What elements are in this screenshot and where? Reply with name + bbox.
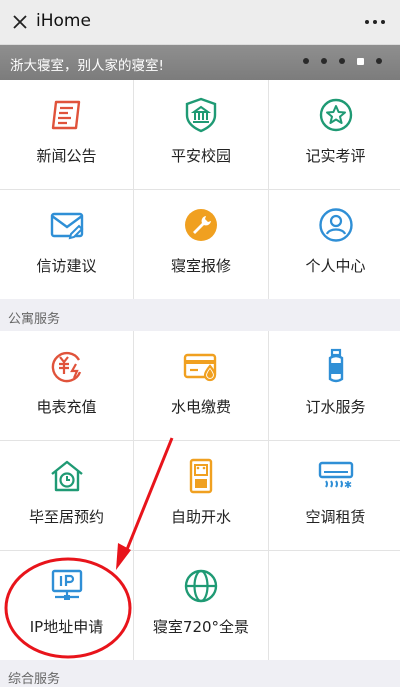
menu-item-label: 平安校园 [170, 147, 231, 165]
menu-item-label: 自助开水 [170, 508, 231, 526]
carousel-dot[interactable] [303, 58, 309, 64]
menu-item-evaluation[interactable]: 记实考评 [269, 80, 400, 189]
menu-item-label: 电表充值 [36, 398, 97, 416]
wrench-icon [185, 209, 217, 241]
menu-item-personal-center[interactable]: 个人中心 [269, 190, 400, 299]
menu-item-label: 水电缴费 [170, 398, 231, 416]
carousel-dot[interactable] [321, 58, 327, 64]
news-icon [51, 100, 80, 130]
user-icon [318, 208, 353, 242]
menu-item-label: 新闻公告 [36, 147, 97, 165]
star-badge-icon [319, 98, 352, 132]
water-bottle-icon [328, 348, 343, 383]
menu-item-water-order[interactable]: 订水服务 [269, 331, 400, 440]
card-water-icon [183, 353, 217, 382]
top-bar: iHome [0, 0, 400, 45]
shield-icon [185, 97, 217, 133]
menu-item-news[interactable]: 新闻公告 [0, 80, 133, 189]
menu-item-suggestions[interactable]: 信访建议 [0, 190, 133, 299]
banner-text: 浙大寝室，别人家的寝室! [10, 58, 164, 74]
section-title-general: 综合服务 [8, 672, 61, 687]
menu-item-label: 寝室720°全景 [152, 618, 250, 636]
air-conditioner-icon [318, 461, 353, 488]
menu-item-label: 毕至居预约 [28, 508, 104, 526]
banner[interactable]: 浙大寝室，别人家的寝室! [0, 45, 400, 80]
electric-meter-icon [51, 351, 81, 383]
section-title-apartment: 公寓服务 [8, 312, 61, 327]
main-menu-grid: 新闻公告 平安校园 记实考评 信访建议 寝室报修 个人中心 [0, 80, 400, 299]
water-dispenser-icon [189, 458, 213, 494]
menu-item-dorm-panorama[interactable]: 寝室720°全景 [134, 551, 268, 660]
menu-item-safe-campus[interactable]: 平安校园 [134, 80, 268, 189]
menu-item-bizhiju-booking[interactable]: 毕至居预约 [0, 441, 133, 550]
house-clock-icon [50, 460, 83, 492]
menu-item-label: 寝室报修 [170, 257, 231, 275]
carousel-dot[interactable] [376, 58, 382, 64]
mail-icon [50, 212, 83, 240]
menu-item-label: 记实考评 [305, 147, 366, 165]
carousel-dot[interactable] [339, 58, 345, 64]
menu-item-electricity-recharge[interactable]: 电表充值 [0, 331, 133, 440]
ip-icon [51, 569, 82, 600]
menu-item-label: IP地址申请 [29, 618, 104, 636]
menu-item-ip-application[interactable]: IP地址申请 [0, 551, 133, 660]
menu-item-label: 订水服务 [305, 398, 366, 416]
menu-item-label: 个人中心 [305, 257, 366, 275]
app-title: iHome [36, 11, 91, 31]
empty-cell [269, 551, 400, 660]
carousel-dot-active[interactable] [357, 58, 364, 65]
menu-item-utility-payment[interactable]: 水电缴费 [134, 331, 268, 440]
carousel-indicators [303, 58, 382, 65]
menu-item-hot-water[interactable]: 自助开水 [134, 441, 268, 550]
menu-item-label: 空调租赁 [305, 508, 366, 526]
globe-icon [184, 569, 218, 603]
more-options-icon[interactable] [364, 12, 386, 32]
apartment-services-grid: 电表充值 水电缴费 订水服务 毕至居预约 自助开水 空调租赁 IP地址申请 寝室… [0, 331, 400, 660]
close-icon[interactable] [10, 12, 30, 32]
menu-item-ac-rental[interactable]: 空调租赁 [269, 441, 400, 550]
menu-item-repair[interactable]: 寝室报修 [134, 190, 268, 299]
menu-item-label: 信访建议 [36, 257, 97, 275]
